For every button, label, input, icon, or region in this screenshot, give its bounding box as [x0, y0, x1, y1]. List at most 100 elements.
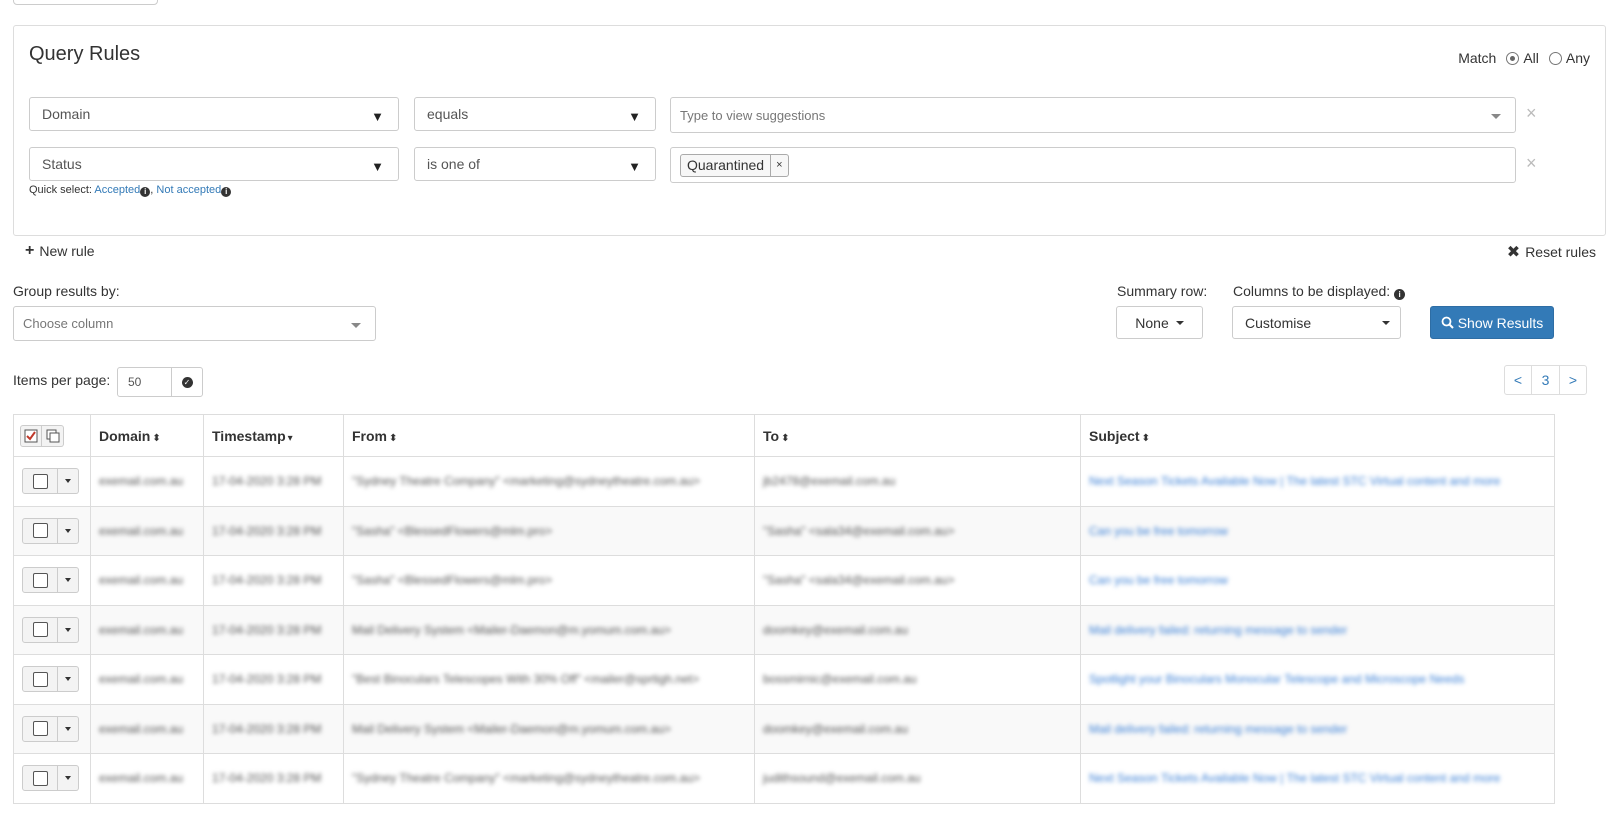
cell-from: Mail Delivery System <Mailer-Daemon@m.yo…	[343, 605, 755, 655]
summary-row-dropdown[interactable]: None	[1116, 306, 1203, 339]
row-actions-dropdown[interactable]	[58, 616, 79, 643]
rule-1-value-input[interactable]: Type to view suggestions	[670, 97, 1516, 133]
match-all-radio[interactable]	[1506, 51, 1520, 65]
pagination-current[interactable]: 3	[1531, 365, 1560, 395]
match-any-label[interactable]: Any	[1566, 50, 1590, 66]
columns-display-dropdown[interactable]: Customise	[1232, 306, 1401, 339]
cell-subject[interactable]: Next Season Tickets Available Now | The …	[1080, 456, 1555, 507]
rule-2-value-input[interactable]: Quarantined ×	[670, 147, 1516, 183]
cell-text: 17-04-2020 3:28 PM	[212, 721, 322, 736]
row-actions-dropdown[interactable]	[58, 666, 79, 693]
items-per-page-apply-button[interactable]: ✓	[171, 367, 203, 397]
reset-rules-button[interactable]: ✖ Reset rules	[1507, 242, 1596, 262]
column-header-to[interactable]: To ⬍	[754, 414, 1081, 457]
quick-select-not-accepted[interactable]: Not accepted	[156, 184, 221, 196]
cell-timestamp: 17-04-2020 3:28 PM	[203, 605, 344, 655]
checkbox-icon	[32, 473, 48, 489]
cell-text: 17-04-2020 3:28 PM	[212, 622, 322, 637]
subject-link[interactable]: Can you be free tomorrow	[1089, 573, 1228, 587]
subject-link[interactable]: Spotlight your Binoculars Monocular Tele…	[1089, 672, 1464, 686]
plus-icon: +	[25, 242, 35, 259]
new-rule-button[interactable]: + New rule	[25, 242, 95, 260]
remove-rule-1-icon[interactable]: ×	[1526, 103, 1537, 124]
cell-subject[interactable]: Spotlight your Binoculars Monocular Tele…	[1080, 654, 1555, 705]
match-selector: Match All Any	[1458, 50, 1590, 66]
cell-domain: exemail.com.au	[90, 456, 204, 507]
pagination-prev[interactable]: <	[1504, 365, 1532, 395]
cell-text: exemail.com.au	[99, 474, 184, 489]
select-all-icon[interactable]	[20, 424, 42, 447]
column-header-subject[interactable]: Subject ⬍	[1080, 414, 1555, 457]
subject-link[interactable]: Next Season Tickets Available Now | The …	[1089, 771, 1500, 785]
column-header-from[interactable]: From ⬍	[343, 414, 755, 457]
cell-timestamp: 17-04-2020 3:28 PM	[203, 704, 344, 754]
table-row[interactable]: exemail.com.au 17-04-2020 3:28 PM "Sydney …	[13, 456, 1555, 507]
sort-icon: ⬍	[389, 432, 398, 444]
checkbox-icon	[32, 572, 48, 588]
match-any-radio[interactable]	[1548, 51, 1562, 65]
pagination-next[interactable]: >	[1559, 365, 1587, 395]
items-per-page-input[interactable]: 50	[117, 367, 172, 397]
row-checkbox-button[interactable]	[22, 715, 58, 742]
table-row[interactable]: exemail.com.au 17-04-2020 3:28 PM "Best Bi…	[13, 654, 1555, 705]
info-icon: i	[221, 187, 232, 197]
subject-link[interactable]: Mail delivery failed: returning message …	[1089, 722, 1347, 736]
match-all-label[interactable]: All	[1523, 50, 1539, 66]
subject-link[interactable]: Mail delivery failed: returning message …	[1089, 623, 1347, 637]
table-row[interactable]: exemail.com.au 17-04-2020 3:28 PM "Sasha" …	[13, 506, 1555, 556]
match-label: Match	[1458, 50, 1497, 66]
row-actions-dropdown[interactable]	[58, 517, 79, 544]
cell-from: "Sydney Theatre Company" <marketing@sydn…	[343, 753, 755, 804]
row-actions-dropdown[interactable]	[58, 715, 79, 742]
row-checkbox-button[interactable]	[22, 468, 58, 495]
group-by-select[interactable]: Choose column	[13, 306, 376, 341]
cell-text: 17-04-2020 3:28 PM	[212, 523, 322, 538]
cell-subject[interactable]: Can you be free tomorrow	[1080, 506, 1555, 556]
rule-2-operator-select[interactable]: is one of ▼	[414, 147, 656, 181]
cell-domain: exemail.com.au	[90, 506, 204, 556]
caret-down-icon	[65, 776, 71, 781]
cell-subject[interactable]: Mail delivery failed: returning message …	[1080, 605, 1555, 655]
row-select-group	[22, 468, 90, 495]
summary-row-label: Summary row:	[1117, 283, 1208, 299]
rule-1-field-select[interactable]: Domain ▼	[29, 97, 399, 131]
cell-text: exemail.com.au	[99, 523, 184, 538]
cell-domain: exemail.com.au	[90, 753, 204, 804]
table-row[interactable]: exemail.com.au 17-04-2020 3:28 PM Mail Del…	[13, 704, 1555, 754]
cell-timestamp: 17-04-2020 3:28 PM	[203, 555, 344, 606]
checkbox-icon	[32, 721, 48, 737]
cell-subject[interactable]: Mail delivery failed: returning message …	[1080, 704, 1555, 754]
row-checkbox-button[interactable]	[22, 616, 58, 643]
table-row[interactable]: exemail.com.au 17-04-2020 3:28 PM "Sydney …	[13, 753, 1555, 804]
rule-2-field-select[interactable]: Status ▼	[29, 147, 399, 181]
subject-link[interactable]: Can you be free tomorrow	[1089, 524, 1228, 538]
cell-subject[interactable]: Next Season Tickets Available Now | The …	[1080, 753, 1555, 804]
row-actions-dropdown[interactable]	[58, 567, 79, 594]
row-checkbox-button[interactable]	[22, 567, 58, 594]
info-icon: i	[140, 187, 151, 197]
rule-1-operator-select[interactable]: equals ▼	[414, 97, 656, 131]
column-header-timestamp[interactable]: Timestamp ▾	[203, 414, 344, 457]
row-actions-dropdown[interactable]	[58, 468, 79, 495]
column-header-domain[interactable]: Domain ⬍	[90, 414, 204, 457]
cell-text: doomkey@exemail.com.au	[763, 721, 908, 736]
copy-selection-icon[interactable]	[42, 424, 64, 447]
quick-select-accepted[interactable]: Accepted	[94, 184, 140, 196]
tag-label: Quarantined	[687, 157, 765, 173]
subject-link[interactable]: Next Season Tickets Available Now | The …	[1089, 474, 1500, 488]
remove-rule-2-icon[interactable]: ×	[1526, 153, 1537, 174]
show-results-button[interactable]: Show Results	[1430, 306, 1554, 339]
cell-text: "Sasha" <sala34@exemail.com.au>	[763, 573, 955, 588]
dropdown-arrow-icon	[1491, 114, 1501, 119]
row-select-group	[22, 765, 90, 792]
row-checkbox-button[interactable]	[22, 666, 58, 693]
row-checkbox-button[interactable]	[22, 517, 58, 544]
row-actions-dropdown[interactable]	[58, 765, 79, 792]
table-row[interactable]: exemail.com.au 17-04-2020 3:28 PM Mail Del…	[13, 605, 1555, 655]
table-row[interactable]: exemail.com.au 17-04-2020 3:28 PM "Sasha" …	[13, 555, 1555, 606]
sort-icon: ⬍	[781, 432, 790, 444]
row-checkbox-button[interactable]	[22, 765, 58, 792]
cell-subject[interactable]: Can you be free tomorrow	[1080, 555, 1555, 606]
tag-remove-icon[interactable]: ×	[770, 154, 787, 176]
tag-quarantined: Quarantined ×	[680, 153, 789, 177]
